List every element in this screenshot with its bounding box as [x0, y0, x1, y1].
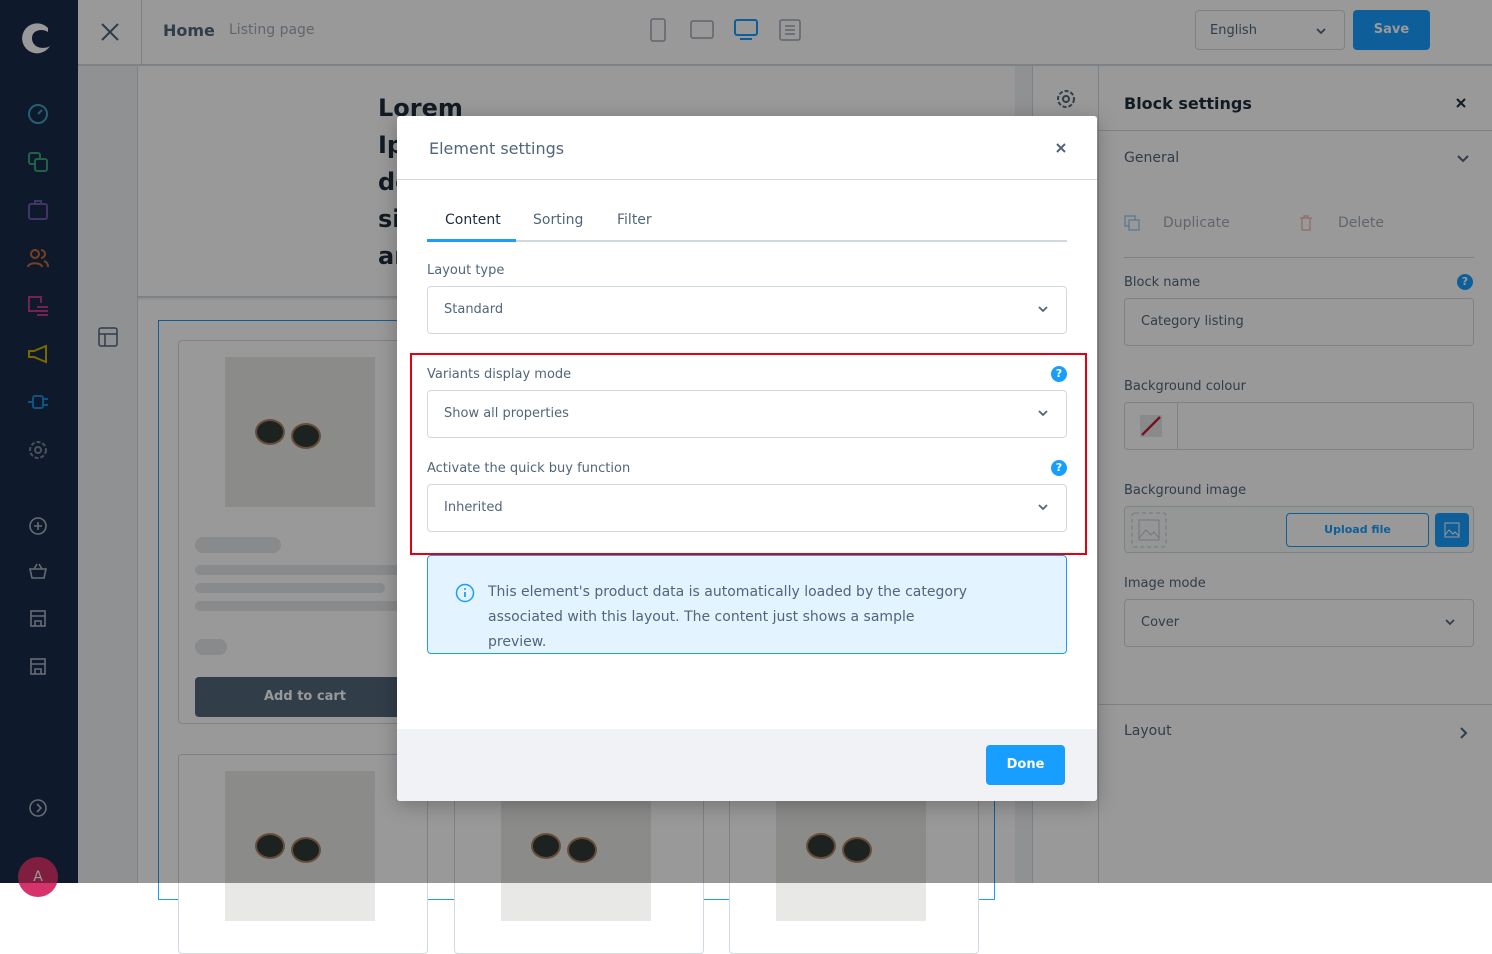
tab-content[interactable]: Content [445, 212, 501, 228]
variants-label: Variants display mode [427, 367, 572, 382]
element-settings-modal: Element settings Content Sorting Filter … [397, 116, 1097, 801]
close-icon[interactable] [1056, 143, 1066, 153]
modal-title: Element settings [429, 139, 565, 158]
chevron-down-icon [1038, 504, 1048, 511]
quickbuy-select[interactable]: Inherited [427, 484, 1067, 532]
help-icon[interactable]: ? [1051, 366, 1067, 382]
layout-type-select[interactable]: Standard [427, 286, 1067, 334]
info-text: This element's product data is automatic… [488, 584, 967, 650]
chevron-down-icon [1038, 410, 1048, 417]
tab-filter[interactable]: Filter [617, 212, 652, 228]
info-alert: This element's product data is automatic… [427, 555, 1067, 654]
done-button[interactable]: Done [986, 745, 1065, 785]
layout-type-label: Layout type [427, 263, 505, 278]
chevron-down-icon [1038, 306, 1048, 313]
tab-sorting[interactable]: Sorting [533, 212, 583, 228]
info-icon [455, 583, 475, 603]
help-icon[interactable]: ? [1051, 460, 1067, 476]
variants-display-select[interactable]: Show all properties [427, 390, 1067, 438]
quickbuy-label: Activate the quick buy function [427, 461, 631, 476]
